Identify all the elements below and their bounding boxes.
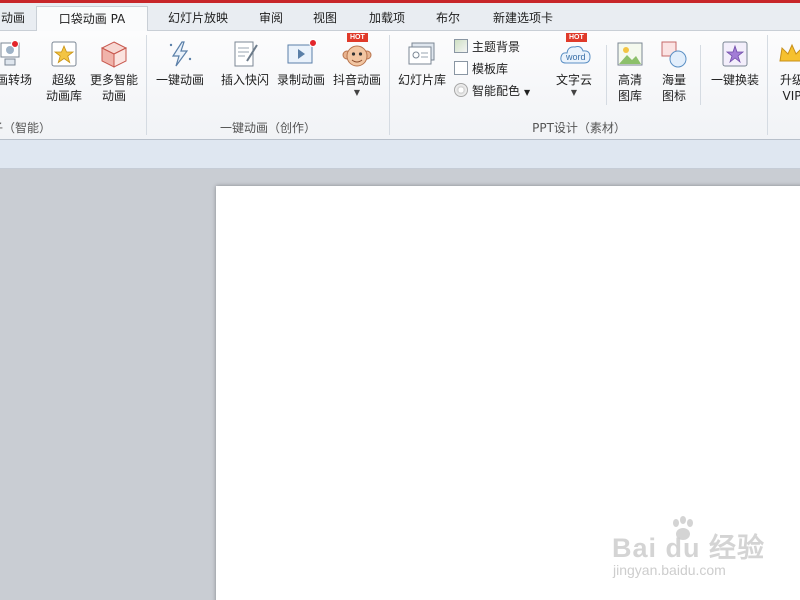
crown-icon	[777, 39, 800, 69]
tab-view[interactable]: 视图	[305, 6, 345, 31]
tab-review[interactable]: 审阅	[251, 6, 291, 31]
ribbon: 画转场 超级 动画库 更多智能 动画 子（智能）	[0, 31, 800, 140]
douyin-animation-label: 抖音动画	[332, 73, 381, 87]
star-library-icon	[49, 39, 79, 69]
hot-badge: HOT	[566, 33, 587, 42]
super-animation-library-button[interactable]: 超级 动画库	[42, 39, 86, 104]
massive-icons-label-1: 海量	[661, 73, 686, 87]
landscape-image-icon	[615, 39, 645, 69]
one-click-change-label: 一键换装	[710, 73, 759, 87]
more-smart-label-1: 更多智能	[89, 73, 138, 87]
group-label-one-click: 一键动画（创作）	[219, 121, 316, 135]
record-animation-button[interactable]: 录制动画	[274, 39, 328, 88]
group-separator	[767, 35, 768, 135]
cube-icon	[99, 39, 129, 69]
hd-image-label-1: 高清	[617, 73, 642, 87]
word-cloud-button[interactable]: word HOT 文字云 ▼	[548, 33, 600, 98]
template-icon	[454, 61, 468, 75]
one-click-animation-label: 一键动画	[155, 73, 204, 87]
hd-image-label-2: 图库	[617, 89, 642, 103]
more-smart-animation-button[interactable]: 更多智能 动画	[86, 39, 142, 104]
slide-library-button[interactable]: 幻灯片库	[394, 39, 450, 88]
insert-flash-label: 插入快闪	[220, 73, 269, 87]
insert-flash-button[interactable]: 插入快闪	[218, 39, 272, 88]
tab-boolean[interactable]: 布尔	[427, 6, 469, 31]
palette-icon	[454, 83, 468, 97]
lightning-icon	[165, 39, 195, 69]
cloud-icon: word HOT	[559, 33, 591, 69]
watermark-url: jingyan.baidu.com	[613, 562, 726, 578]
tab-slideshow[interactable]: 幻灯片放映	[157, 6, 239, 31]
group-separator	[146, 35, 147, 135]
smart-color-label: 智能配色	[472, 84, 521, 98]
chevron-down-icon: ▼	[524, 88, 531, 97]
upgrade-label-2: VIP	[782, 89, 800, 103]
slide-library-label: 幻灯片库	[397, 73, 446, 87]
transition-label: 画转场	[0, 73, 32, 87]
monkey-icon: HOT	[342, 33, 372, 69]
ruler-bar	[0, 140, 800, 169]
transition-button[interactable]: 画转场	[0, 39, 36, 88]
tab-new-tab[interactable]: 新建选项卡	[481, 6, 565, 31]
group-label-smart: 子（智能）	[0, 121, 51, 135]
massive-icons-button[interactable]: 海量 图标	[654, 39, 694, 104]
template-library-label: 模板库	[472, 62, 509, 76]
ribbon-tab-bar: 动画 口袋动画 PA 幻灯片放映 审阅 视图 加载项 布尔 新建选项卡	[0, 3, 800, 32]
shapes-icon	[659, 39, 689, 69]
douyin-animation-button[interactable]: HOT 抖音动画 ▼	[330, 33, 384, 98]
word-cloud-label: 文字云	[555, 73, 592, 87]
chevron-down-icon: ▼	[570, 88, 578, 97]
magic-wand-icon	[720, 39, 750, 69]
tab-addins[interactable]: 加载项	[358, 6, 416, 31]
one-click-change-button[interactable]: 一键换装	[706, 39, 764, 88]
hd-image-library-button[interactable]: 高清 图库	[610, 39, 650, 104]
hot-badge: HOT	[347, 33, 368, 42]
super-animation-label-1: 超级	[51, 73, 76, 87]
theme-background-label: 主题背景	[472, 40, 521, 54]
document-pen-icon	[230, 39, 260, 69]
tab-animation[interactable]: 动画	[0, 6, 28, 31]
word-icon-text: word	[565, 52, 586, 62]
more-smart-label-2: 动画	[101, 89, 126, 103]
template-library-button[interactable]: 模板库	[454, 59, 508, 79]
record-screen-icon	[286, 39, 317, 69]
one-click-animation-button[interactable]: 一键动画	[152, 39, 208, 88]
smart-color-button[interactable]: 智能配色 ▼	[454, 81, 530, 101]
massive-icons-label-2: 图标	[661, 89, 686, 103]
theme-background-button[interactable]: 主题背景	[454, 37, 520, 57]
group-label-ppt-design: PPT设计（素材）	[532, 121, 626, 135]
picture-icon	[454, 39, 468, 53]
watermark-brand: Bai du 经验	[612, 533, 766, 563]
record-dot-icon	[309, 39, 317, 47]
new-dot-icon	[11, 40, 19, 48]
super-animation-label-2: 动画库	[45, 89, 82, 103]
upgrade-vip-button[interactable]: 升级 VIP	[772, 39, 800, 104]
inner-separator	[606, 45, 607, 105]
upgrade-label-1: 升级	[779, 73, 800, 87]
record-animation-label: 录制动画	[276, 73, 325, 87]
chevron-down-icon: ▼	[353, 88, 361, 97]
tab-pocket-animation[interactable]: 口袋动画 PA	[36, 6, 148, 32]
transition-icon	[0, 39, 29, 69]
slide-library-icon	[407, 39, 437, 69]
group-separator	[389, 35, 390, 135]
inner-separator	[700, 45, 701, 105]
